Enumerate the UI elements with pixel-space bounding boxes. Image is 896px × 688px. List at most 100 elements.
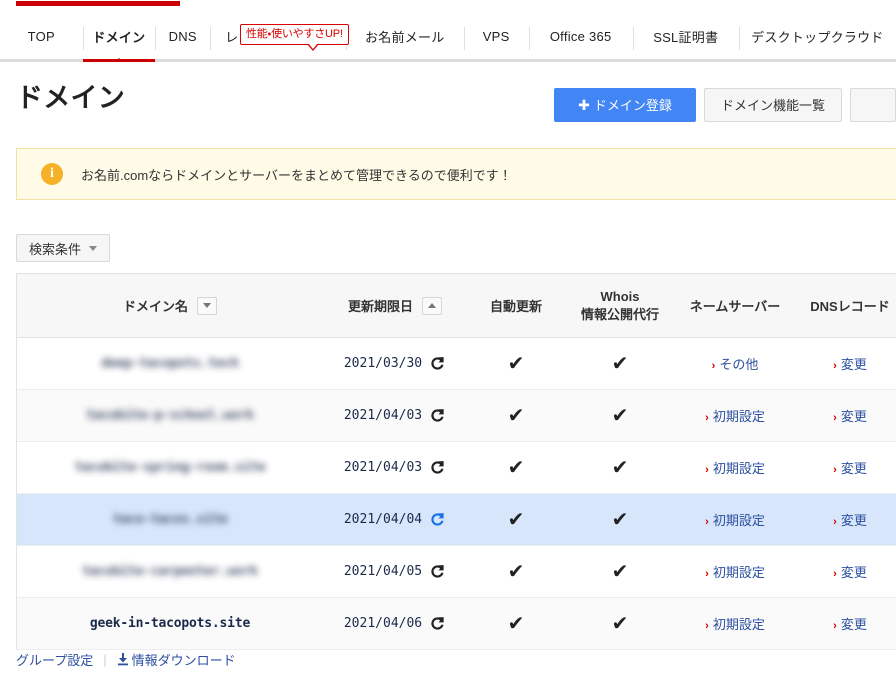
dns-record-link-label: 変更 [840,617,867,632]
triangle-down-icon [203,303,211,308]
info-icon: i [41,163,63,185]
arrow-right-icon: › [833,360,837,372]
nav-item-desktop-cloud[interactable]: デスクトップクラウド [738,14,896,62]
information-download-link[interactable]: 情報ダウンロード [117,650,236,669]
nameserver-link[interactable]: › 初期設定 [705,409,765,424]
domain-name-text: geek-in-tacopots.site [89,616,251,631]
cell-domain-name: tacobite-spring-room.site [17,441,323,494]
domain-name-text: taco-tacos.site [112,512,228,527]
cell-expire-date: 2021/04/04 [323,493,467,546]
arrow-right-icon: › [705,620,709,632]
arrow-right-icon: › [833,620,837,632]
overflow-action-button[interactable] [850,88,896,122]
chevron-down-icon [89,245,98,251]
dns-record-link[interactable]: › 変更 [833,565,867,580]
nameserver-link[interactable]: › 初期設定 [705,617,765,632]
table-row[interactable]: taco-tacos.site 2021/04/04 ✔ ✔ › 初期設定 › 変更 [17,493,896,546]
domain-register-button[interactable]: ✚ ドメイン登録 [553,88,696,122]
dns-record-link[interactable]: › 変更 [833,357,867,372]
dns-record-link[interactable]: › 変更 [833,513,867,528]
nameserver-link-label: 初期設定 [712,565,765,580]
expire-date-text: 2021/04/06 [343,616,423,631]
global-navigation: TOP ドメイン DNS レンタルサーバー お名前メール VPS Office … [0,14,896,62]
cell-expire-date: 2021/04/03 [323,441,467,494]
group-settings-label: グループ設定 [16,653,94,668]
cell-expire-date: 2021/04/05 [323,545,467,598]
nameserver-link-label: 初期設定 [712,513,765,528]
cell-whois-proxy: ✔ [565,493,675,546]
renew-icon[interactable] [429,563,446,580]
cell-whois-proxy: ✔ [565,597,675,650]
sort-domain-button[interactable] [197,296,217,315]
renew-icon[interactable] [429,459,446,476]
column-header-nameserver-label: ネームサーバー [689,299,781,314]
arrow-right-icon: › [833,464,837,476]
column-header-expire: 更新期限日 [323,274,467,338]
arrow-right-icon: › [833,568,837,580]
cell-expire-date: 2021/04/03 [323,389,467,442]
expire-date-text: 2021/04/05 [343,564,423,579]
dns-record-link[interactable]: › 変更 [833,617,867,632]
table-row[interactable]: tacobite-carpenter.work 2021/04/05 ✔ ✔ › 初期設定… [17,545,896,598]
column-header-nameserver: ネームサーバー [675,274,795,338]
check-icon: ✔ [507,404,525,427]
nameserver-link[interactable]: › 初期設定 [705,513,765,528]
search-condition-label: 検索条件 [29,241,82,257]
nameserver-link[interactable]: › 初期設定 [705,461,765,476]
check-icon: ✔ [507,508,525,531]
cell-nameserver: › 初期設定 [675,389,795,442]
cell-domain-name: tacobite-p-school.work [17,389,323,442]
nav-item-label: SSL証明書 [653,30,719,45]
nav-item-dns[interactable]: DNS [155,14,211,62]
expire-date-text: 2021/04/03 [343,408,423,423]
dns-record-link-label: 変更 [840,461,867,476]
nav-item-top[interactable]: TOP [0,14,83,62]
renew-icon[interactable] [429,355,446,372]
domain-functions-button[interactable]: ドメイン機能一覧 [703,88,842,122]
cell-expire-date: 2021/03/30 [323,337,467,390]
nameserver-link-label: 初期設定 [712,409,765,424]
arrow-right-icon: › [711,360,716,372]
renew-icon[interactable] [429,511,446,528]
cell-whois-proxy: ✔ [565,441,675,494]
info-notice-text: お名前.comならドメインとサーバーをまとめて管理できるので便利です！ [81,167,512,183]
renew-icon[interactable] [429,615,446,632]
renew-icon[interactable] [429,407,446,424]
arrow-right-icon: › [705,516,709,528]
arrow-right-icon: › [705,568,709,580]
column-header-whois-line1: Whois [600,288,640,304]
table-row[interactable]: tacobite-p-school.work 2021/04/03 ✔ ✔ › 初期設定 ›… [17,389,896,442]
dns-record-link-label: 変更 [840,513,867,528]
nav-divider [632,27,634,50]
cell-domain-name: deep-tacopots.tech [17,337,323,390]
download-icon [117,653,129,666]
check-icon: ✔ [611,508,629,531]
nameserver-link[interactable]: › その他 [712,357,759,372]
group-settings-link[interactable]: グループ設定 [16,650,93,669]
sort-expire-button[interactable] [422,296,442,315]
nav-item-domain[interactable]: ドメイン [82,14,156,62]
nav-item-label: デスクトップクラウド [751,30,884,45]
nameserver-link[interactable]: › 初期設定 [705,565,765,580]
dns-record-link[interactable]: › 変更 [833,409,867,424]
nav-item-ssl[interactable]: SSL証明書 [632,14,739,62]
dns-record-link[interactable]: › 変更 [833,461,867,476]
nav-item-office365[interactable]: Office 365 [528,14,633,62]
nav-item-vps[interactable]: VPS [463,14,529,62]
nav-item-onamae-mail[interactable]: お名前メール [345,14,464,62]
nav-item-label: DNS [168,29,197,44]
table-row[interactable]: deep-tacopots.tech 2021/03/30 ✔ ✔ › その他 › 変更 [17,337,896,390]
table-row[interactable]: geek-in-tacopots.site 2021/04/06 ✔ ✔ › 初期設定 › 変… [17,597,896,650]
dns-record-link-label: 変更 [840,357,867,372]
nav-list: TOP ドメイン DNS レンタルサーバー お名前メール VPS Office … [0,14,896,62]
expire-date-text: 2021/04/03 [343,460,423,475]
search-condition-toggle[interactable]: 検索条件 [16,234,111,262]
domain-register-label: ドメイン登録 [593,97,672,113]
cell-nameserver: › 初期設定 [675,493,795,546]
cell-dns-record: › 変更 [795,389,896,442]
brand-accent-bar [16,1,180,6]
nav-item-label: TOP [27,29,55,44]
dns-record-link-label: 変更 [840,565,867,580]
table-row[interactable]: tacobite-spring-room.site 2021/04/03 ✔ ✔ › 初期… [17,441,896,494]
nameserver-link-label: 初期設定 [712,617,765,632]
